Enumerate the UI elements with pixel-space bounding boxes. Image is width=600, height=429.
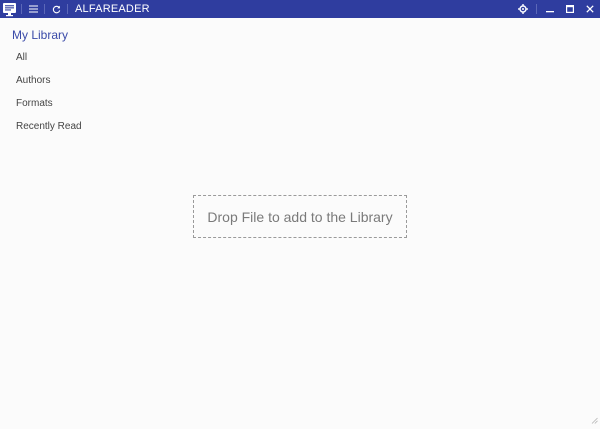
minimize-icon[interactable] bbox=[540, 0, 560, 18]
sidebar-item-recently-read[interactable]: Recently Read bbox=[0, 115, 160, 138]
close-icon[interactable] bbox=[580, 0, 600, 18]
title-bar-left: ALFAREADER bbox=[0, 0, 150, 18]
hamburger-menu-icon[interactable] bbox=[25, 0, 41, 18]
maximize-icon[interactable] bbox=[560, 0, 580, 18]
title-separator bbox=[67, 4, 68, 14]
sidebar-item-all[interactable]: All bbox=[0, 46, 160, 69]
resize-grip-icon[interactable] bbox=[591, 411, 598, 418]
window-controls bbox=[513, 0, 600, 18]
app-title: ALFAREADER bbox=[75, 3, 150, 15]
title-separator bbox=[21, 4, 22, 14]
library-title: My Library bbox=[12, 28, 68, 42]
library-nav: All Authors Formats Recently Read bbox=[0, 46, 160, 138]
reader-monitor-icon bbox=[0, 0, 18, 18]
title-bar: ALFAREADER bbox=[0, 0, 600, 18]
title-separator bbox=[44, 4, 45, 14]
title-separator bbox=[536, 4, 537, 14]
sidebar-item-formats[interactable]: Formats bbox=[0, 92, 160, 115]
gear-icon[interactable] bbox=[513, 0, 533, 18]
refresh-icon[interactable] bbox=[48, 0, 64, 18]
sidebar-item-authors[interactable]: Authors bbox=[0, 69, 160, 92]
file-drop-zone[interactable]: Drop File to add to the Library bbox=[193, 195, 407, 238]
